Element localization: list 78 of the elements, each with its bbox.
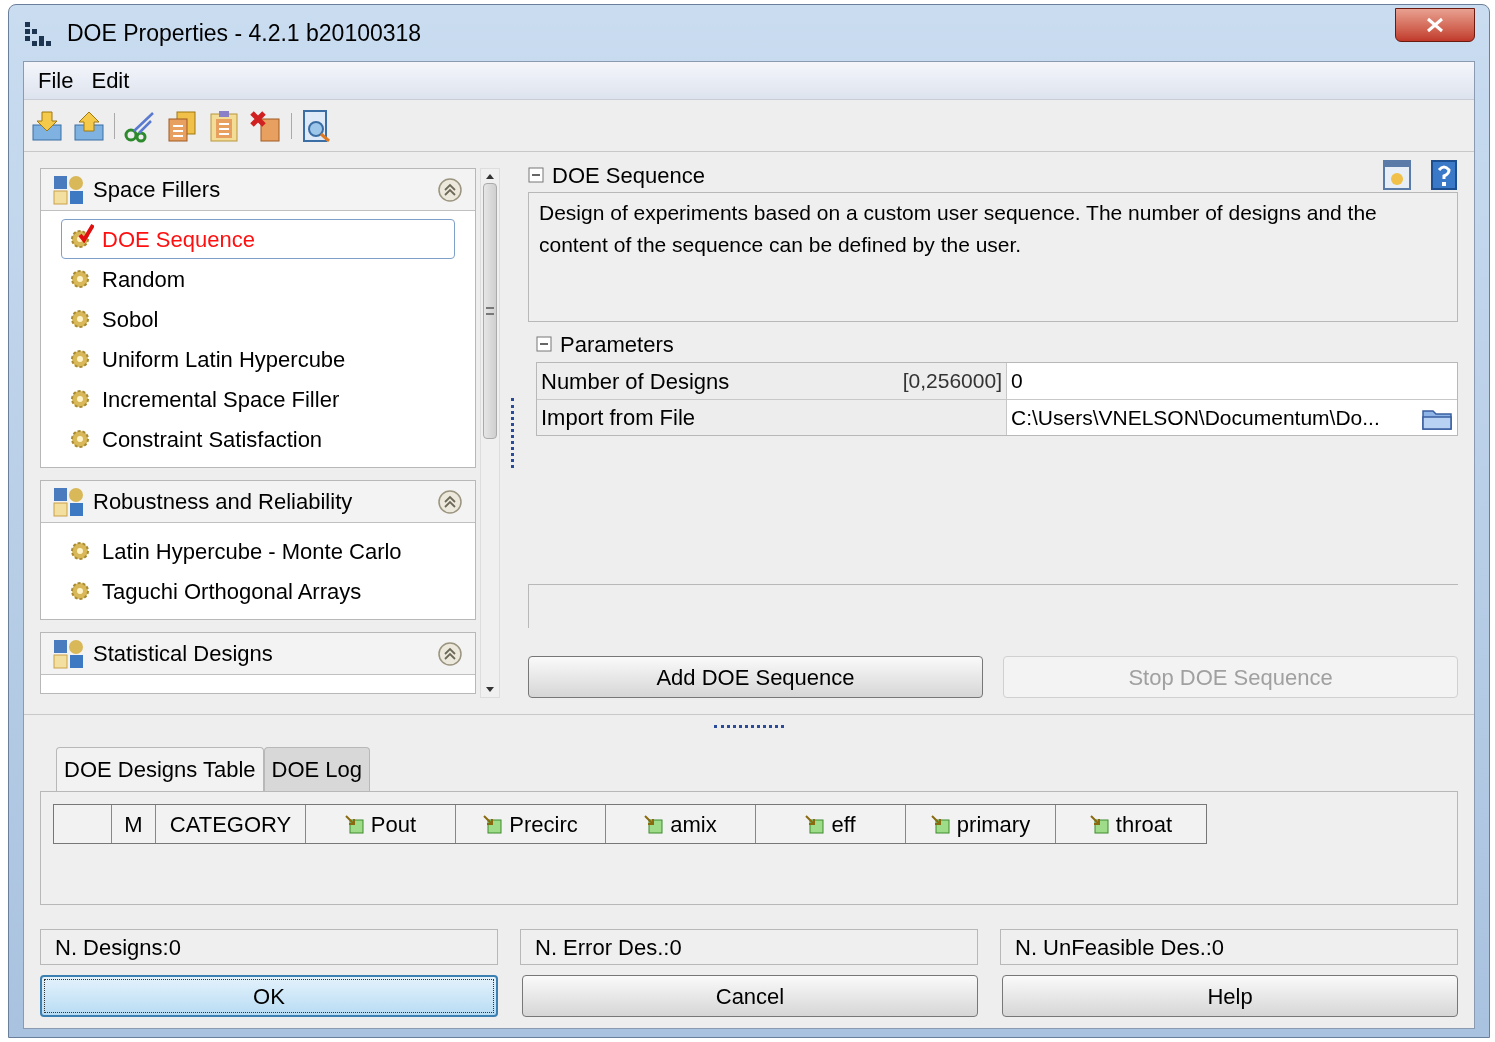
scroll-thumb[interactable] [483, 183, 497, 439]
parameter-name: Import from File [541, 404, 696, 432]
scrollbar[interactable] [480, 168, 500, 698]
section-title: DOE Sequence [552, 161, 705, 190]
method-item[interactable]: Taguchi Orthogonal Arrays [61, 571, 455, 611]
group-header[interactable]: Robustness and Reliability [41, 481, 475, 523]
variable-icon [344, 814, 365, 834]
column-header[interactable]: eff [756, 805, 906, 843]
window-title: DOE Properties - 4.2.1 b20100318 [67, 18, 422, 48]
status-field: N. Error Des.:0 [520, 929, 978, 965]
collapse-icon[interactable] [437, 176, 463, 203]
group-header[interactable]: Space Fillers [41, 169, 475, 211]
window-icon[interactable] [1382, 159, 1412, 191]
dialog-button[interactable]: Cancel [522, 975, 978, 1017]
grid-icon [53, 486, 85, 517]
group-title: Space Fillers [93, 176, 221, 204]
status-field: N. Designs:0 [40, 929, 498, 965]
section-title: Parameters [560, 330, 674, 359]
parameter-range: [0,256000] [902, 368, 1002, 395]
tab[interactable]: DOE Log [263, 747, 371, 791]
column-header[interactable]: primary [906, 805, 1056, 843]
column-header[interactable]: amix [606, 805, 756, 843]
clipboard-icon[interactable] [207, 108, 241, 143]
splitter-handle[interactable] [510, 398, 514, 468]
variable-icon [805, 814, 826, 834]
dialog-button[interactable]: Help [1002, 975, 1458, 1017]
help-icon[interactable] [1430, 159, 1458, 191]
column-header[interactable]: throat [1056, 805, 1206, 843]
parameter-value[interactable]: C:\Users\VNELSON\Documentum\Do... [1011, 401, 1380, 434]
menu-item[interactable]: File [38, 64, 74, 97]
group-header[interactable]: Statistical Designs [41, 633, 475, 675]
variable-icon [1089, 814, 1110, 834]
gear-icon [70, 541, 90, 561]
parameter-name: Number of Designs [541, 367, 730, 396]
gear-icon [70, 349, 90, 369]
method-item[interactable]: Uniform Latin Hypercube [61, 339, 455, 379]
close-icon [1425, 17, 1445, 33]
method-item[interactable]: Incremental Space Filler [61, 379, 455, 419]
status-field: N. UnFeasible Des.:0 [1000, 929, 1458, 965]
collapse-icon[interactable] [437, 488, 463, 515]
description-text: Design of experiments based on a custom user sequence. The number of designs and the content of the sequence can be defined by the user. [539, 200, 1378, 258]
import-icon[interactable] [30, 108, 64, 143]
splitter-handle[interactable] [714, 724, 784, 728]
collapse-icon[interactable] [536, 336, 552, 352]
variable-icon [483, 814, 504, 834]
method-item[interactable]: Random [61, 259, 455, 299]
variable-icon [644, 814, 665, 834]
close-button[interactable] [1395, 8, 1475, 42]
parameter-value[interactable]: 0 [1011, 365, 1023, 397]
method-item[interactable]: Constraint Satisfaction [61, 419, 455, 459]
gear-icon [70, 229, 90, 249]
gear-icon [70, 269, 90, 289]
gear-icon [70, 429, 90, 449]
method-item[interactable]: DOE Sequence [61, 219, 455, 259]
grid-icon [53, 174, 85, 205]
gear-icon [70, 309, 90, 329]
gear-icon [70, 581, 90, 601]
copy-icon[interactable] [165, 108, 199, 143]
gear-icon [70, 389, 90, 409]
column-header[interactable]: Precirc [456, 805, 606, 843]
column-header[interactable]: CATEGORY [156, 805, 306, 843]
grid-icon [53, 638, 85, 669]
collapse-icon[interactable] [528, 167, 544, 183]
method-item[interactable]: Latin Hypercube - Monte Carlo [61, 531, 455, 571]
check-icon [78, 223, 94, 243]
menu-item[interactable]: Edit [91, 64, 130, 97]
table-header-cell[interactable] [54, 805, 112, 843]
action-button[interactable]: Add DOE Sequence [528, 656, 983, 698]
column-header[interactable]: Pout [306, 805, 456, 843]
tab[interactable]: DOE Designs Table [56, 747, 264, 791]
variable-icon [930, 814, 951, 834]
dialog-button[interactable]: OK [40, 975, 498, 1017]
group-title: Statistical Designs [93, 640, 273, 668]
column-header[interactable]: M [112, 805, 156, 843]
delete-icon[interactable] [249, 108, 283, 143]
collapse-icon[interactable] [437, 640, 463, 667]
group-title: Robustness and Reliability [93, 488, 353, 516]
method-item[interactable]: Sobol [61, 299, 455, 339]
